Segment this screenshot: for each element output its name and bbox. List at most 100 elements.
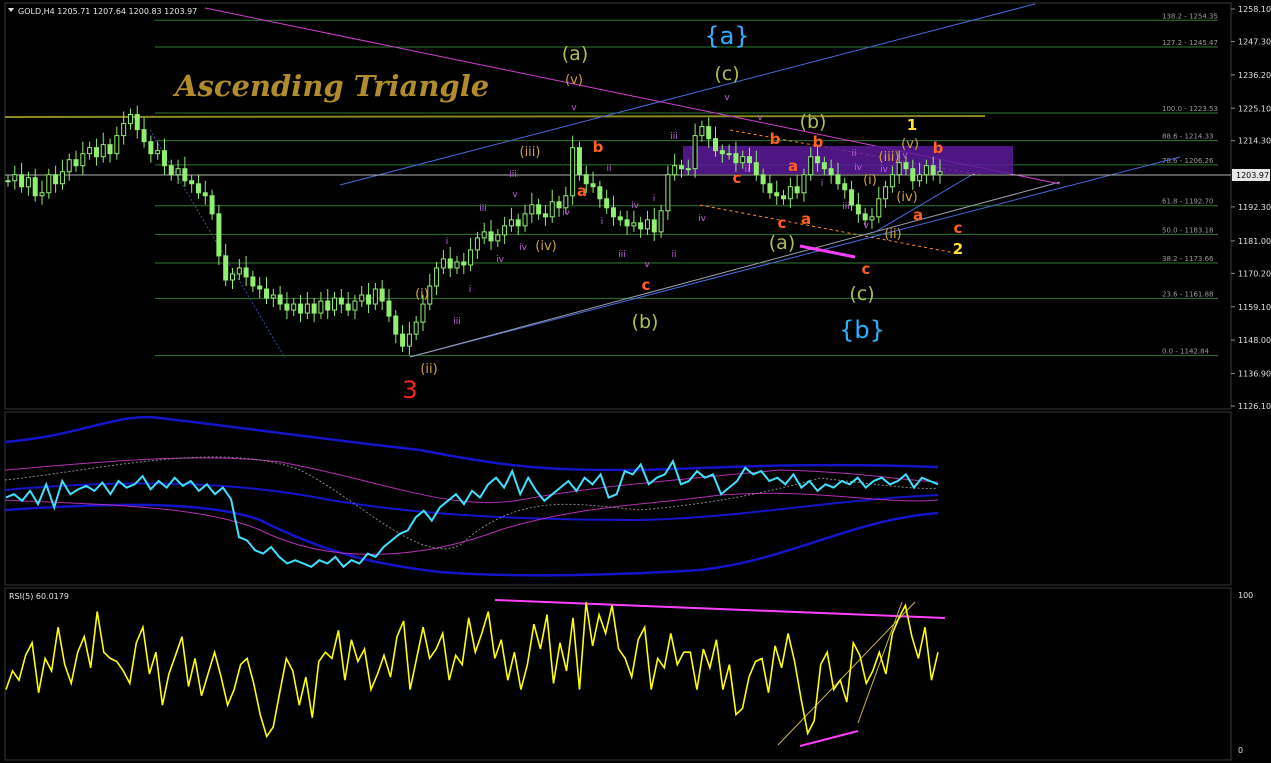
wave-label-violet: iv: [519, 243, 528, 253]
candle-body: [903, 162, 909, 170]
candle-body: [46, 174, 52, 194]
wave-label-violet: iii: [509, 170, 517, 180]
wave-label-orange: b: [593, 138, 604, 156]
candle-body: [195, 183, 201, 194]
wave-label-tan: (i): [863, 173, 877, 188]
fib-level-label: 100.0 - 1223.53: [1162, 105, 1218, 113]
wave-label-green: (a): [562, 43, 588, 65]
candle-body: [107, 144, 113, 155]
wave-label-orange: a: [577, 182, 587, 200]
price-axis-label: 1192.30: [1238, 203, 1271, 212]
candle-body: [706, 126, 712, 140]
candle-body: [774, 192, 780, 197]
wave-label-violet: ii: [744, 165, 749, 175]
wave-label-violet: i: [601, 217, 604, 227]
candle-body: [393, 315, 399, 335]
candle-body: [508, 219, 514, 227]
price-axis-label: 1214.30: [1238, 137, 1271, 146]
trendlines: [4, 3, 1231, 359]
candle-body: [284, 303, 290, 311]
candle-body: [264, 288, 270, 299]
candle-body: [400, 333, 406, 347]
candle-body: [243, 267, 249, 278]
triangle-down-icon[interactable]: [8, 8, 14, 12]
candle-body: [155, 150, 161, 155]
wave-label-orange: c: [862, 260, 871, 278]
candle-body: [855, 204, 861, 215]
candle-body: [849, 189, 855, 206]
candle-body: [202, 192, 208, 197]
candle-body: [229, 273, 235, 281]
wave-label-tan: (i): [415, 287, 429, 302]
candle-body: [182, 168, 188, 182]
candle-body: [59, 171, 65, 185]
wave-label-violet: iv: [880, 165, 889, 175]
candle-body: [536, 204, 542, 215]
rsi-axis-top: 100: [1238, 591, 1253, 600]
wave-label-yellow: 1: [907, 116, 917, 134]
price-axis-label: 1136.90: [1238, 370, 1271, 379]
candle-body: [781, 195, 787, 200]
candle-body: [787, 186, 793, 200]
candle-body: [127, 114, 133, 125]
candle-body: [474, 237, 480, 251]
price-axis-label: 1148.00: [1238, 336, 1271, 345]
wave-label-orange: c: [954, 219, 963, 237]
candle-body: [869, 216, 875, 221]
candle-body: [318, 300, 324, 314]
price-axis-label: 1126.10: [1238, 402, 1271, 411]
wave-label-violet: iii: [670, 132, 678, 142]
candle-body: [175, 168, 181, 176]
wave-label-violet: iii: [618, 250, 626, 260]
candle-body: [590, 183, 596, 188]
price-axis-label: 1181.00: [1238, 237, 1271, 246]
candle-body: [189, 180, 195, 185]
candle-body: [270, 294, 276, 299]
candle-body: [73, 159, 79, 167]
candle-body: [209, 195, 215, 215]
symbol-info: GOLD,H4 1205.71 1207.64 1200.83 1203.97: [18, 7, 197, 16]
candle-body: [631, 222, 637, 227]
rsi-panel: RSI(5) 60.0179 100 0: [5, 591, 1253, 755]
candle-body: [236, 267, 242, 275]
last-price-value: 1203.97: [1236, 171, 1269, 180]
candle-body: [726, 153, 732, 156]
fib-level-label: 138.2 - 1254.35: [1162, 12, 1218, 20]
wave-label-violet: v: [863, 221, 869, 231]
candle-body: [733, 153, 739, 164]
wave-label-violet: i: [469, 285, 472, 295]
candle-body: [923, 165, 929, 176]
rsi-trendline-b: [857, 601, 903, 724]
wave-label-tan: (v): [901, 137, 919, 152]
candle-body: [542, 213, 548, 218]
wave-label-violet: iv: [496, 255, 505, 265]
wave-label-violet: v: [512, 190, 518, 200]
wave-label-violet: iv: [854, 163, 863, 173]
fib-level-label: 127.2 - 1245.47: [1162, 39, 1218, 47]
wave-label-violet: v: [902, 151, 908, 161]
candle-body: [495, 234, 501, 242]
candle-body: [468, 249, 474, 266]
candle-body: [672, 165, 678, 176]
candle-body: [753, 162, 759, 176]
candle-body: [80, 153, 86, 167]
wave-label-violet: i: [446, 237, 449, 247]
candle-body: [835, 174, 841, 185]
fib-level-label: 50.0 - 1183.18: [1162, 226, 1214, 234]
wave-label-violet: iv: [562, 208, 571, 218]
candle-body: [413, 321, 419, 335]
candle-body: [563, 195, 569, 209]
candle-body: [740, 156, 746, 164]
wave-label-green: (c): [714, 63, 739, 85]
price-panel[interactable]: 138.2 - 1254.35 127.2 - 1245.47 100.0 - 12…: [4, 3, 1271, 411]
wave-label-orange: a: [788, 157, 798, 175]
chart-title: Ascending Triangle: [172, 69, 489, 103]
wave-label-orange: a: [801, 210, 811, 228]
candle-body: [937, 171, 943, 176]
candle-body: [638, 222, 644, 230]
candle-body: [352, 300, 358, 311]
candle-body: [917, 174, 923, 182]
price-axis: 1258.10 1247.30 1236.20 1225.10 1214.30 1192.…: [1231, 5, 1271, 411]
candle-body: [447, 258, 453, 269]
candle-body: [216, 213, 222, 257]
